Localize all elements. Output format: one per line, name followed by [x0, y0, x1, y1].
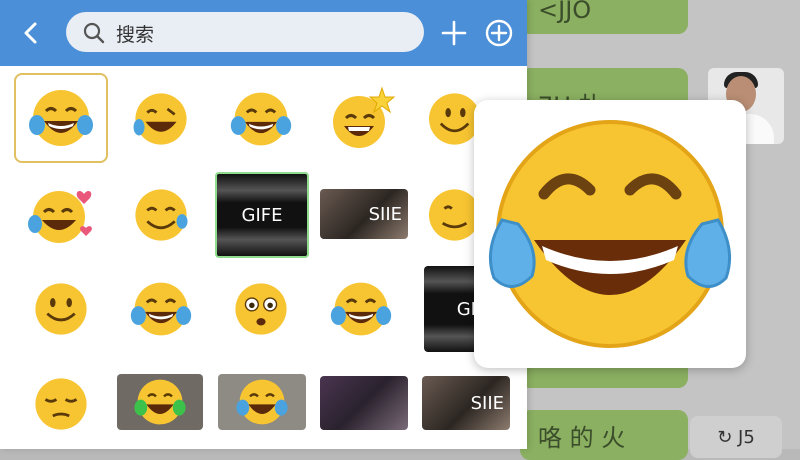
- emoji-tongue-tears[interactable]: [114, 76, 208, 162]
- panel-header: 搜索: [0, 0, 527, 66]
- gif-emoji-sticker-room[interactable]: [218, 374, 306, 430]
- emoji-star-grin[interactable]: [314, 76, 408, 162]
- search-input[interactable]: 搜索: [66, 12, 424, 52]
- emoji-flushed[interactable]: [214, 266, 308, 352]
- emoji-tears-of-joy-selected[interactable]: [14, 73, 108, 163]
- plus-icon[interactable]: [440, 19, 468, 51]
- reply-chip[interactable]: ↻ J5: [690, 416, 782, 458]
- gif-sticker-selected[interactable]: GIFE: [215, 172, 309, 258]
- gif-emoji-sticker-green[interactable]: [117, 374, 203, 430]
- emoji-preview-popup: [474, 100, 746, 368]
- emoji-partial-row2[interactable]: [420, 172, 480, 258]
- search-icon: [82, 21, 106, 49]
- emoji-panel: 搜索 GIFE SIIE GI SIIE: [0, 0, 527, 449]
- preview-tears-of-joy-icon: [488, 120, 732, 348]
- emoji-tears-of-joy[interactable]: [214, 76, 308, 162]
- back-chevron-icon[interactable]: [16, 18, 46, 48]
- emoji-smile-partial[interactable]: [420, 76, 480, 162]
- photo-sticker-3[interactable]: SIIE: [422, 376, 510, 430]
- chat-bubble-top: <JJO: [520, 0, 688, 34]
- search-placeholder: 搜索: [116, 24, 155, 46]
- emoji-tears-of-joy-3[interactable]: [314, 266, 408, 352]
- emoji-pensive[interactable]: [14, 364, 108, 444]
- chat-bubble-bottom: 咯 的 火: [520, 410, 688, 460]
- emoji-smiling[interactable]: [14, 266, 108, 352]
- photo-sticker[interactable]: SIIE: [320, 189, 408, 239]
- emoji-hearts-laugh[interactable]: [14, 172, 108, 258]
- add-circle-icon[interactable]: [484, 18, 514, 52]
- emoji-tears-of-joy-2[interactable]: [114, 266, 208, 352]
- photo-sticker-2[interactable]: [320, 376, 408, 430]
- gif-sticker-partial[interactable]: GI: [424, 266, 480, 352]
- emoji-blush-smile[interactable]: [114, 172, 208, 258]
